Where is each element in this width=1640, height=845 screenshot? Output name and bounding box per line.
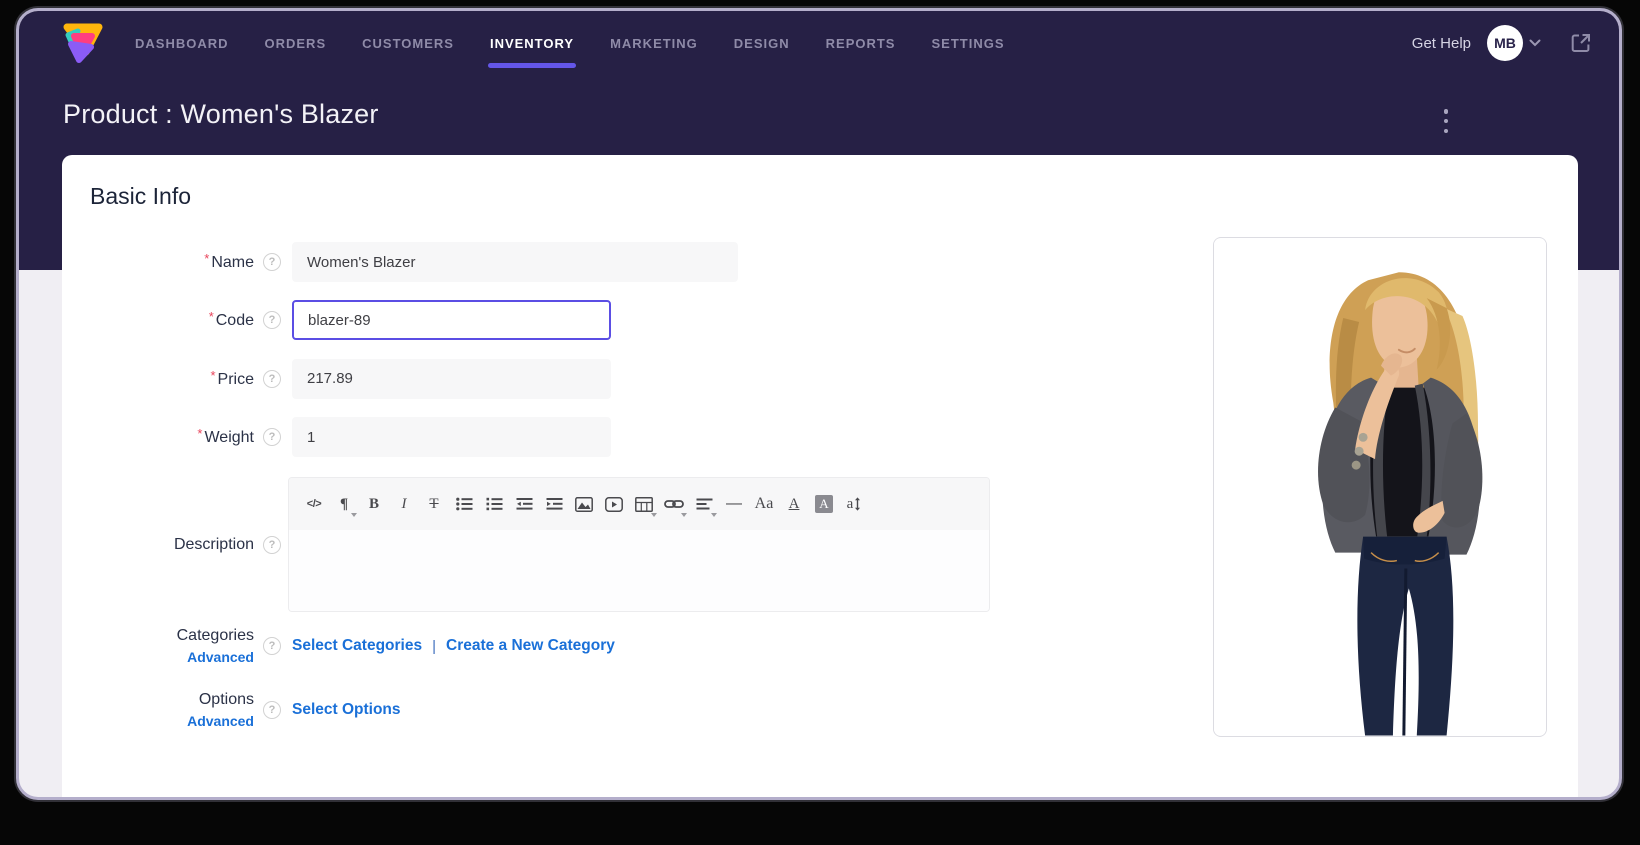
help-icon[interactable]: ? (263, 311, 281, 329)
nav-item-settings[interactable]: SETTINGS (931, 36, 1004, 51)
insert-link-icon[interactable] (661, 489, 687, 519)
create-new-category-link[interactable]: Create a New Category (446, 637, 615, 655)
get-help-link[interactable]: Get Help (1412, 35, 1471, 52)
unordered-list-icon[interactable] (451, 489, 477, 519)
link-separator: | (432, 637, 436, 655)
nav-item-reports[interactable]: REPORTS (826, 36, 896, 51)
code-input[interactable] (292, 300, 611, 340)
paragraph-format-icon[interactable]: ¶ (331, 489, 357, 519)
outdent-icon[interactable] (511, 489, 537, 519)
nav-item-orders[interactable]: ORDERS (265, 36, 327, 51)
basic-info-card: Basic Info *Name ? *Code ? *Price ? *Wei… (62, 155, 1578, 797)
name-field-row: * Name ? (88, 241, 738, 283)
background-color-icon[interactable]: A (811, 489, 837, 519)
description-field-row: Description ? (88, 527, 281, 563)
name-input[interactable] (292, 242, 738, 282)
volusion-logo-icon[interactable] (61, 20, 105, 66)
required-marker: * (204, 251, 210, 266)
price-label: * Price (210, 367, 254, 388)
categories-advanced-link[interactable]: Advanced (88, 649, 254, 667)
account-menu[interactable]: MB (1487, 25, 1541, 61)
required-marker: * (210, 367, 216, 383)
product-image-card (1213, 237, 1547, 737)
weight-label: * Weight (197, 426, 254, 446)
categories-field-row: Categories Advanced ? Select Categories … (88, 620, 615, 672)
kebab-menu-icon[interactable] (1437, 109, 1455, 133)
bold-icon[interactable]: B (361, 489, 387, 519)
help-icon[interactable]: ? (263, 536, 281, 554)
nav-item-inventory[interactable]: INVENTORY (487, 36, 577, 68)
nav-item-customers[interactable]: CUSTOMERS (362, 36, 454, 51)
strikethrough-icon[interactable]: T (421, 489, 447, 519)
external-link-icon[interactable] (1569, 31, 1593, 55)
section-heading: Basic Info (90, 183, 191, 209)
select-categories-link[interactable]: Select Categories (292, 637, 422, 655)
options-advanced-link[interactable]: Advanced (88, 713, 254, 731)
description-editor: </> ¶ B I T — Aa A A a (288, 477, 990, 612)
avatar[interactable]: MB (1487, 25, 1523, 61)
italic-icon[interactable]: I (391, 489, 417, 519)
code-view-icon[interactable]: </> (301, 489, 327, 519)
page-title: Product : Women's Blazer (63, 99, 379, 129)
description-label: Description (173, 536, 254, 553)
name-label: * Name (204, 251, 254, 271)
nav-item-dashboard[interactable]: DASHBOARD (135, 36, 229, 51)
font-family-icon[interactable]: Aa (751, 489, 777, 519)
price-field-row: * Price ? (88, 358, 611, 399)
indent-icon[interactable] (541, 489, 567, 519)
description-textarea[interactable] (289, 530, 989, 611)
help-icon[interactable]: ? (263, 637, 281, 655)
editor-toolbar: </> ¶ B I T — Aa A A a (289, 478, 989, 530)
help-icon[interactable]: ? (263, 428, 281, 446)
page-title-bar: Product : Women's Blazer (63, 99, 1575, 133)
select-options-link[interactable]: Select Options (292, 701, 401, 719)
options-label: Options (198, 690, 254, 708)
help-icon[interactable]: ? (263, 253, 281, 271)
insert-image-icon[interactable] (571, 489, 597, 519)
chevron-down-icon (1529, 39, 1541, 47)
required-marker: * (197, 426, 203, 441)
ordered-list-icon[interactable] (481, 489, 507, 519)
top-navbar: DASHBOARD ORDERS CUSTOMERS INVENTORY MAR… (19, 11, 1619, 75)
app-window: DASHBOARD ORDERS CUSTOMERS INVENTORY MAR… (16, 8, 1622, 800)
weight-field-row: * Weight ? (88, 416, 611, 458)
categories-label: Categories (176, 626, 254, 644)
code-label: * Code (208, 309, 254, 329)
options-field-row: Options Advanced ? Select Options (88, 684, 401, 736)
product-image (1214, 238, 1546, 736)
insert-table-icon[interactable] (631, 489, 657, 519)
insert-video-icon[interactable] (601, 489, 627, 519)
weight-input[interactable] (292, 417, 611, 457)
horizontal-rule-icon[interactable]: — (721, 489, 747, 519)
nav-item-marketing[interactable]: MARKETING (610, 36, 698, 51)
line-height-icon[interactable]: a (841, 489, 867, 519)
align-icon[interactable] (691, 489, 717, 519)
nav-right-cluster: Get Help MB (1412, 25, 1593, 61)
nav-item-design[interactable]: DESIGN (734, 36, 790, 51)
text-color-icon[interactable]: A (781, 489, 807, 519)
nav-menu: DASHBOARD ORDERS CUSTOMERS INVENTORY MAR… (135, 36, 1005, 68)
code-field-row: * Code ? (88, 299, 611, 341)
help-icon[interactable]: ? (263, 369, 281, 388)
price-input[interactable] (292, 358, 611, 399)
required-marker: * (208, 309, 214, 324)
help-icon[interactable]: ? (263, 701, 281, 719)
